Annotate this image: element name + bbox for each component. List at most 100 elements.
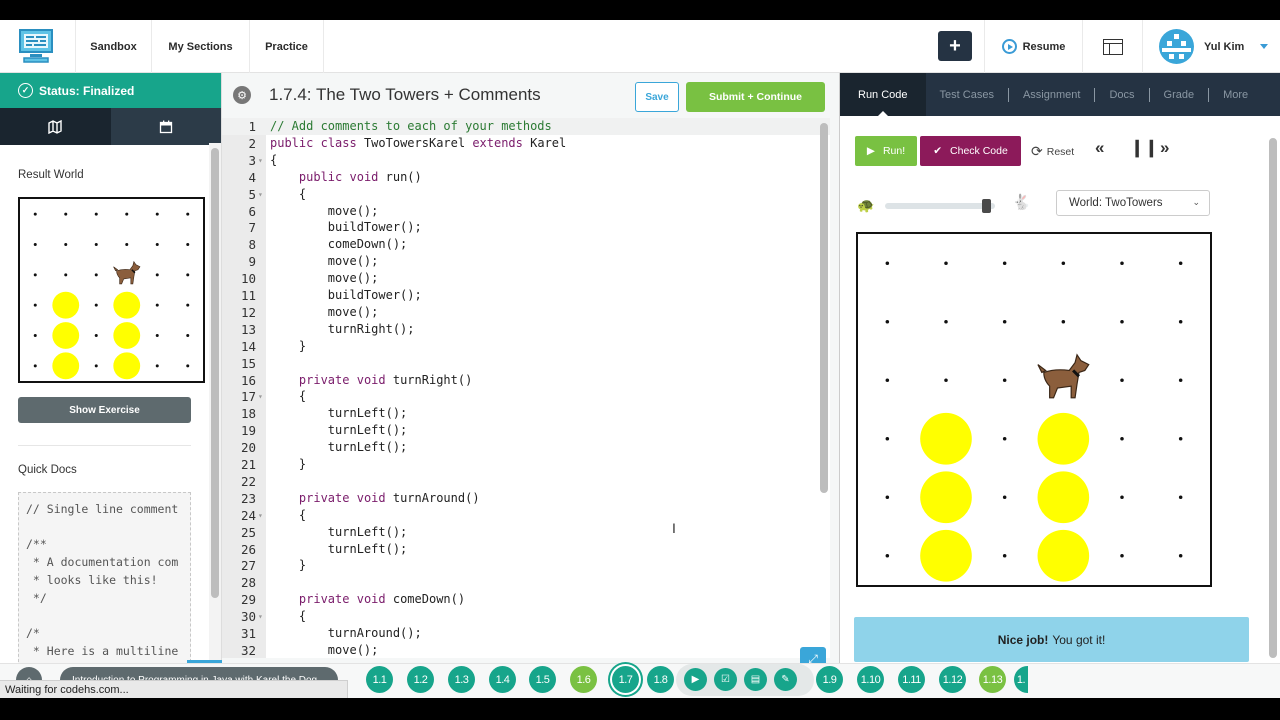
- speed-slider-thumb[interactable]: [982, 199, 992, 213]
- fold-arrow-icon[interactable]: ▾: [258, 507, 263, 524]
- unit-1-12[interactable]: 1.12: [939, 666, 966, 693]
- video-icon[interactable]: ▶: [684, 668, 707, 691]
- unit-1-9[interactable]: 1.9: [816, 666, 843, 693]
- right-panel-scrollbar[interactable]: [1269, 138, 1277, 658]
- code-line[interactable]: 14 }: [222, 338, 830, 355]
- world-select[interactable]: World: TwoTowers ⌄: [1056, 190, 1210, 216]
- code-line[interactable]: 16 private void turnRight(): [222, 372, 830, 389]
- code-line[interactable]: 23 private void turnAround(): [222, 490, 830, 507]
- code-line[interactable]: 20 turnLeft();: [222, 439, 830, 456]
- fold-arrow-icon[interactable]: ▾: [258, 152, 263, 169]
- tab-run-code[interactable]: Run Code: [840, 73, 926, 116]
- tab-grade[interactable]: Grade: [1150, 73, 1209, 116]
- unit-1-13[interactable]: 1.13: [979, 666, 1006, 693]
- code-line[interactable]: 21 }: [222, 456, 830, 473]
- grid-dot: [1120, 319, 1124, 324]
- unit-1-5[interactable]: 1.5: [529, 666, 556, 693]
- code-line[interactable]: 5 ▾ {: [222, 186, 830, 203]
- submit-continue-button[interactable]: Submit + Continue: [686, 82, 825, 112]
- check-code-button[interactable]: ✔ Check Code: [920, 136, 1021, 166]
- code-line[interactable]: 6 move();: [222, 203, 830, 220]
- unit-1-3[interactable]: 1.3: [448, 666, 475, 693]
- tab-more[interactable]: More: [1209, 73, 1262, 116]
- grid-dot: [944, 378, 948, 383]
- grid-dot: [1002, 261, 1007, 266]
- code-line[interactable]: 24 ▾ {: [222, 507, 830, 524]
- turtle-icon: 🐢: [857, 197, 875, 213]
- create-button[interactable]: +: [938, 31, 972, 61]
- code-line[interactable]: 10 move();: [222, 270, 830, 287]
- speed-slider-track[interactable]: [885, 203, 995, 209]
- code-line[interactable]: 22: [222, 473, 830, 490]
- window-button[interactable]: [1082, 20, 1142, 73]
- code-line[interactable]: 32 move();: [222, 642, 830, 658]
- code-line[interactable]: 11 buildTower();: [222, 287, 830, 304]
- pause-button[interactable]: ❙❙: [1130, 138, 1159, 158]
- code-line[interactable]: 25 turnLeft();: [222, 524, 830, 541]
- code-line[interactable]: 8 comeDown();: [222, 236, 830, 253]
- code-line[interactable]: 7 buildTower();: [222, 219, 830, 236]
- code-line[interactable]: 1 // Add comments to each of your methods: [222, 118, 830, 135]
- code-line[interactable]: 29 private void comeDown(): [222, 591, 830, 608]
- code-line[interactable]: 13 turnRight();: [222, 321, 830, 338]
- editor-scrollbar[interactable]: [820, 123, 828, 493]
- tab-calendar[interactable]: [110, 108, 221, 145]
- code-line[interactable]: 12 move();: [222, 304, 830, 321]
- run-button[interactable]: ▶ Run!: [855, 136, 917, 166]
- tab-map[interactable]: [0, 108, 111, 145]
- show-exercise-button[interactable]: Show Exercise: [18, 397, 191, 423]
- nav-practice[interactable]: Practice: [249, 20, 324, 73]
- ball: [920, 529, 972, 582]
- tab-assignment[interactable]: Assignment: [1009, 73, 1094, 116]
- code-line[interactable]: 15: [222, 355, 830, 372]
- unit-1-4[interactable]: 1.4: [489, 666, 516, 693]
- code-line[interactable]: 30 ▾ {: [222, 608, 830, 625]
- unit-1-7[interactable]: 1.7: [612, 666, 639, 693]
- codehs-logo-icon[interactable]: [18, 28, 54, 64]
- document-icon[interactable]: ▤: [744, 668, 767, 691]
- code-line[interactable]: 26 turnLeft();: [222, 541, 830, 558]
- code-text: comeDown();: [270, 237, 408, 252]
- code-line[interactable]: 4 public void run(): [222, 169, 830, 186]
- code-line[interactable]: 28: [222, 574, 830, 591]
- step-back-button[interactable]: «: [1095, 138, 1104, 158]
- code-line[interactable]: 17 ▾ {: [222, 388, 830, 405]
- unit-1-[interactable]: 1.: [1014, 666, 1028, 693]
- nav-sandbox[interactable]: Sandbox: [75, 20, 151, 73]
- tab-docs[interactable]: Docs: [1095, 73, 1148, 116]
- code-area[interactable]: 1 // Add comments to each of your methods…: [222, 118, 830, 658]
- grid-dot: [155, 334, 159, 337]
- code-line[interactable]: 9 move();: [222, 253, 830, 270]
- unit-1-2[interactable]: 1.2: [407, 666, 434, 693]
- unit-1-6[interactable]: 1.6: [570, 666, 597, 693]
- nav-my-sections[interactable]: My Sections: [151, 20, 249, 73]
- grid-dot: [155, 303, 159, 307]
- ball: [1037, 412, 1090, 465]
- unit-1-8[interactable]: 1.8: [647, 666, 674, 693]
- gear-icon[interactable]: ⚙: [233, 86, 251, 104]
- code-line[interactable]: 3 ▾ {: [222, 152, 830, 169]
- fold-arrow-icon[interactable]: ▾: [258, 186, 263, 203]
- code-line[interactable]: 2 public class TwoTowersKarel extends Kar…: [222, 135, 830, 152]
- pencil-icon[interactable]: ✎: [774, 668, 797, 691]
- code-line[interactable]: 18 turnLeft();: [222, 405, 830, 422]
- fold-arrow-icon[interactable]: ▾: [258, 608, 263, 625]
- line-number: 7: [248, 220, 256, 236]
- sidebar-scrollbar[interactable]: [211, 148, 219, 598]
- unit-1-1[interactable]: 1.1: [366, 666, 393, 693]
- unit-1-11[interactable]: 1.11: [898, 666, 925, 693]
- unit-1-10[interactable]: 1.10: [857, 666, 884, 693]
- save-button[interactable]: Save: [635, 82, 679, 112]
- code-line[interactable]: 31 turnAround();: [222, 625, 830, 642]
- grid-dot: [186, 303, 190, 307]
- checkbox-icon[interactable]: ☑: [714, 668, 737, 691]
- code-line[interactable]: 19 turnLeft();: [222, 422, 830, 439]
- user-menu[interactable]: Yul Kim: [1142, 20, 1280, 73]
- resume-button[interactable]: Resume: [984, 20, 1082, 73]
- fold-arrow-icon[interactable]: ▾: [258, 388, 263, 405]
- reset-button[interactable]: ⟳ Reset: [1031, 143, 1074, 160]
- grid-dot: [885, 378, 890, 383]
- step-forward-button[interactable]: »: [1160, 138, 1169, 158]
- code-line[interactable]: 27 }: [222, 557, 830, 574]
- tab-test-cases[interactable]: Test Cases: [926, 73, 1008, 116]
